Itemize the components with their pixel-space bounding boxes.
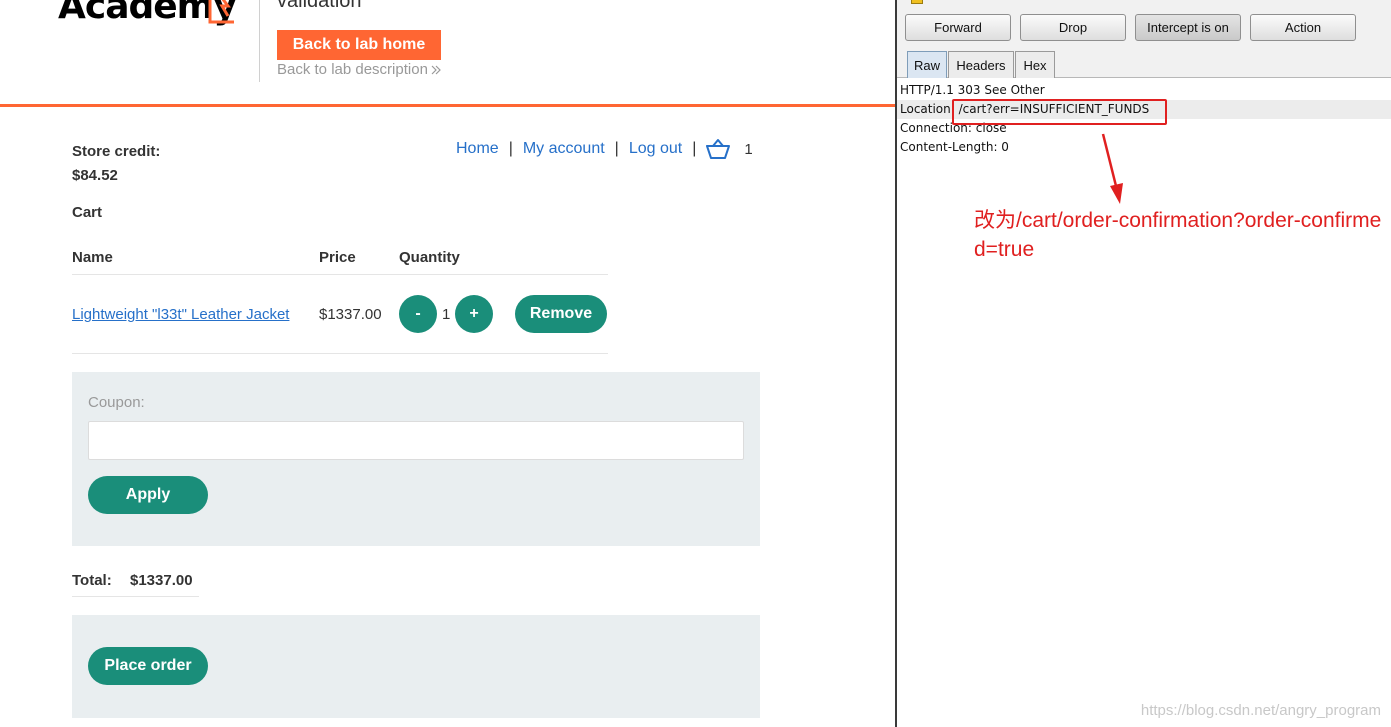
cart-icon[interactable] — [706, 138, 731, 160]
nav-separator: | — [508, 140, 513, 157]
total-value: $1337.00 — [130, 572, 193, 589]
action-button[interactable]: Action — [1250, 14, 1356, 41]
place-order-panel: Place order — [72, 615, 760, 718]
back-to-lab-description-label: Back to lab description — [277, 61, 428, 78]
header-rule — [0, 104, 895, 107]
burp-toolbar: Forward Drop Intercept is on Action — [897, 8, 1391, 48]
cart-table-header: Name Price Quantity — [72, 249, 608, 275]
place-order-button[interactable]: Place order — [88, 647, 208, 685]
back-to-lab-description-link[interactable]: Back to lab description — [277, 61, 442, 78]
tab-headers[interactable]: Headers — [948, 51, 1014, 78]
burp-top-strip — [897, 0, 1391, 8]
apply-coupon-button[interactable]: Apply — [88, 476, 208, 514]
response-status-line: HTTP/1.1 303 See Other — [900, 83, 1045, 97]
red-arrow-icon — [1101, 133, 1123, 204]
header-divider — [259, 0, 260, 82]
burp-tab-bar: Raw Headers Hex — [897, 48, 1391, 78]
web-app: Academy validation Back to lab home Back… — [0, 0, 895, 727]
total-label: Total: — [72, 572, 112, 589]
column-header-price: Price — [319, 249, 356, 266]
column-header-quantity: Quantity — [399, 249, 460, 266]
annotation-note: 改为/cart/order-confirmation?order-confirm… — [974, 209, 1382, 261]
drop-button[interactable]: Drop — [1020, 14, 1126, 41]
tab-hex[interactable]: Hex — [1015, 51, 1055, 78]
nav-separator: | — [692, 140, 697, 157]
product-name-link[interactable]: Lightweight "l33t" Leather Jacket — [72, 306, 289, 323]
lock-icon — [911, 0, 923, 4]
tab-raw[interactable]: Raw — [907, 51, 947, 78]
store-credit-value: $84.52 — [72, 167, 118, 184]
watermark: https://blog.csdn.net/angry_program — [1140, 702, 1381, 719]
nav-home-link[interactable]: Home — [456, 140, 499, 158]
cart-table: Name Price Quantity Lightweight "l33t" L… — [72, 249, 608, 354]
increase-quantity-button[interactable]: + — [455, 295, 493, 333]
cart-count: 1 — [744, 140, 753, 158]
double-chevron-right-icon — [431, 65, 441, 74]
coupon-input[interactable] — [88, 421, 744, 460]
column-header-name: Name — [72, 249, 113, 266]
store-credit-label: Store credit: — [72, 143, 161, 160]
nav-log-out-link[interactable]: Log out — [629, 140, 682, 158]
store-credit: Store credit: $84.52 — [72, 140, 160, 188]
decrease-quantity-button[interactable]: - — [399, 295, 437, 333]
table-row: Lightweight "l33t" Leather Jacket $1337.… — [72, 275, 608, 354]
academy-logo-icon — [208, 0, 234, 24]
order-total: Total: $1337.00 — [72, 572, 199, 597]
product-quantity: 1 — [442, 306, 451, 323]
product-price: $1337.00 — [319, 306, 382, 323]
cart-heading: Cart — [72, 204, 103, 221]
forward-button[interactable]: Forward — [905, 14, 1011, 41]
lab-title: validation — [277, 0, 362, 12]
intercept-toggle-button[interactable]: Intercept is on — [1135, 14, 1241, 41]
remove-button[interactable]: Remove — [515, 295, 607, 333]
coupon-label: Coupon: — [88, 394, 145, 411]
burp-intercept-panel: Forward Drop Intercept is on Action Raw … — [895, 0, 1391, 727]
top-nav: Home | My account | Log out | 1 — [456, 138, 753, 160]
location-highlight-box — [952, 99, 1167, 125]
back-to-lab-home-button[interactable]: Back to lab home — [277, 30, 441, 60]
nav-separator: | — [614, 140, 619, 157]
response-editor[interactable]: HTTP/1.1 303 See Other Location: /cart?e… — [897, 79, 1391, 727]
response-content-length-header: Content-Length: 0 — [900, 140, 1009, 154]
nav-my-account-link[interactable]: My account — [523, 140, 605, 158]
coupon-panel: Coupon: Apply — [72, 372, 760, 546]
